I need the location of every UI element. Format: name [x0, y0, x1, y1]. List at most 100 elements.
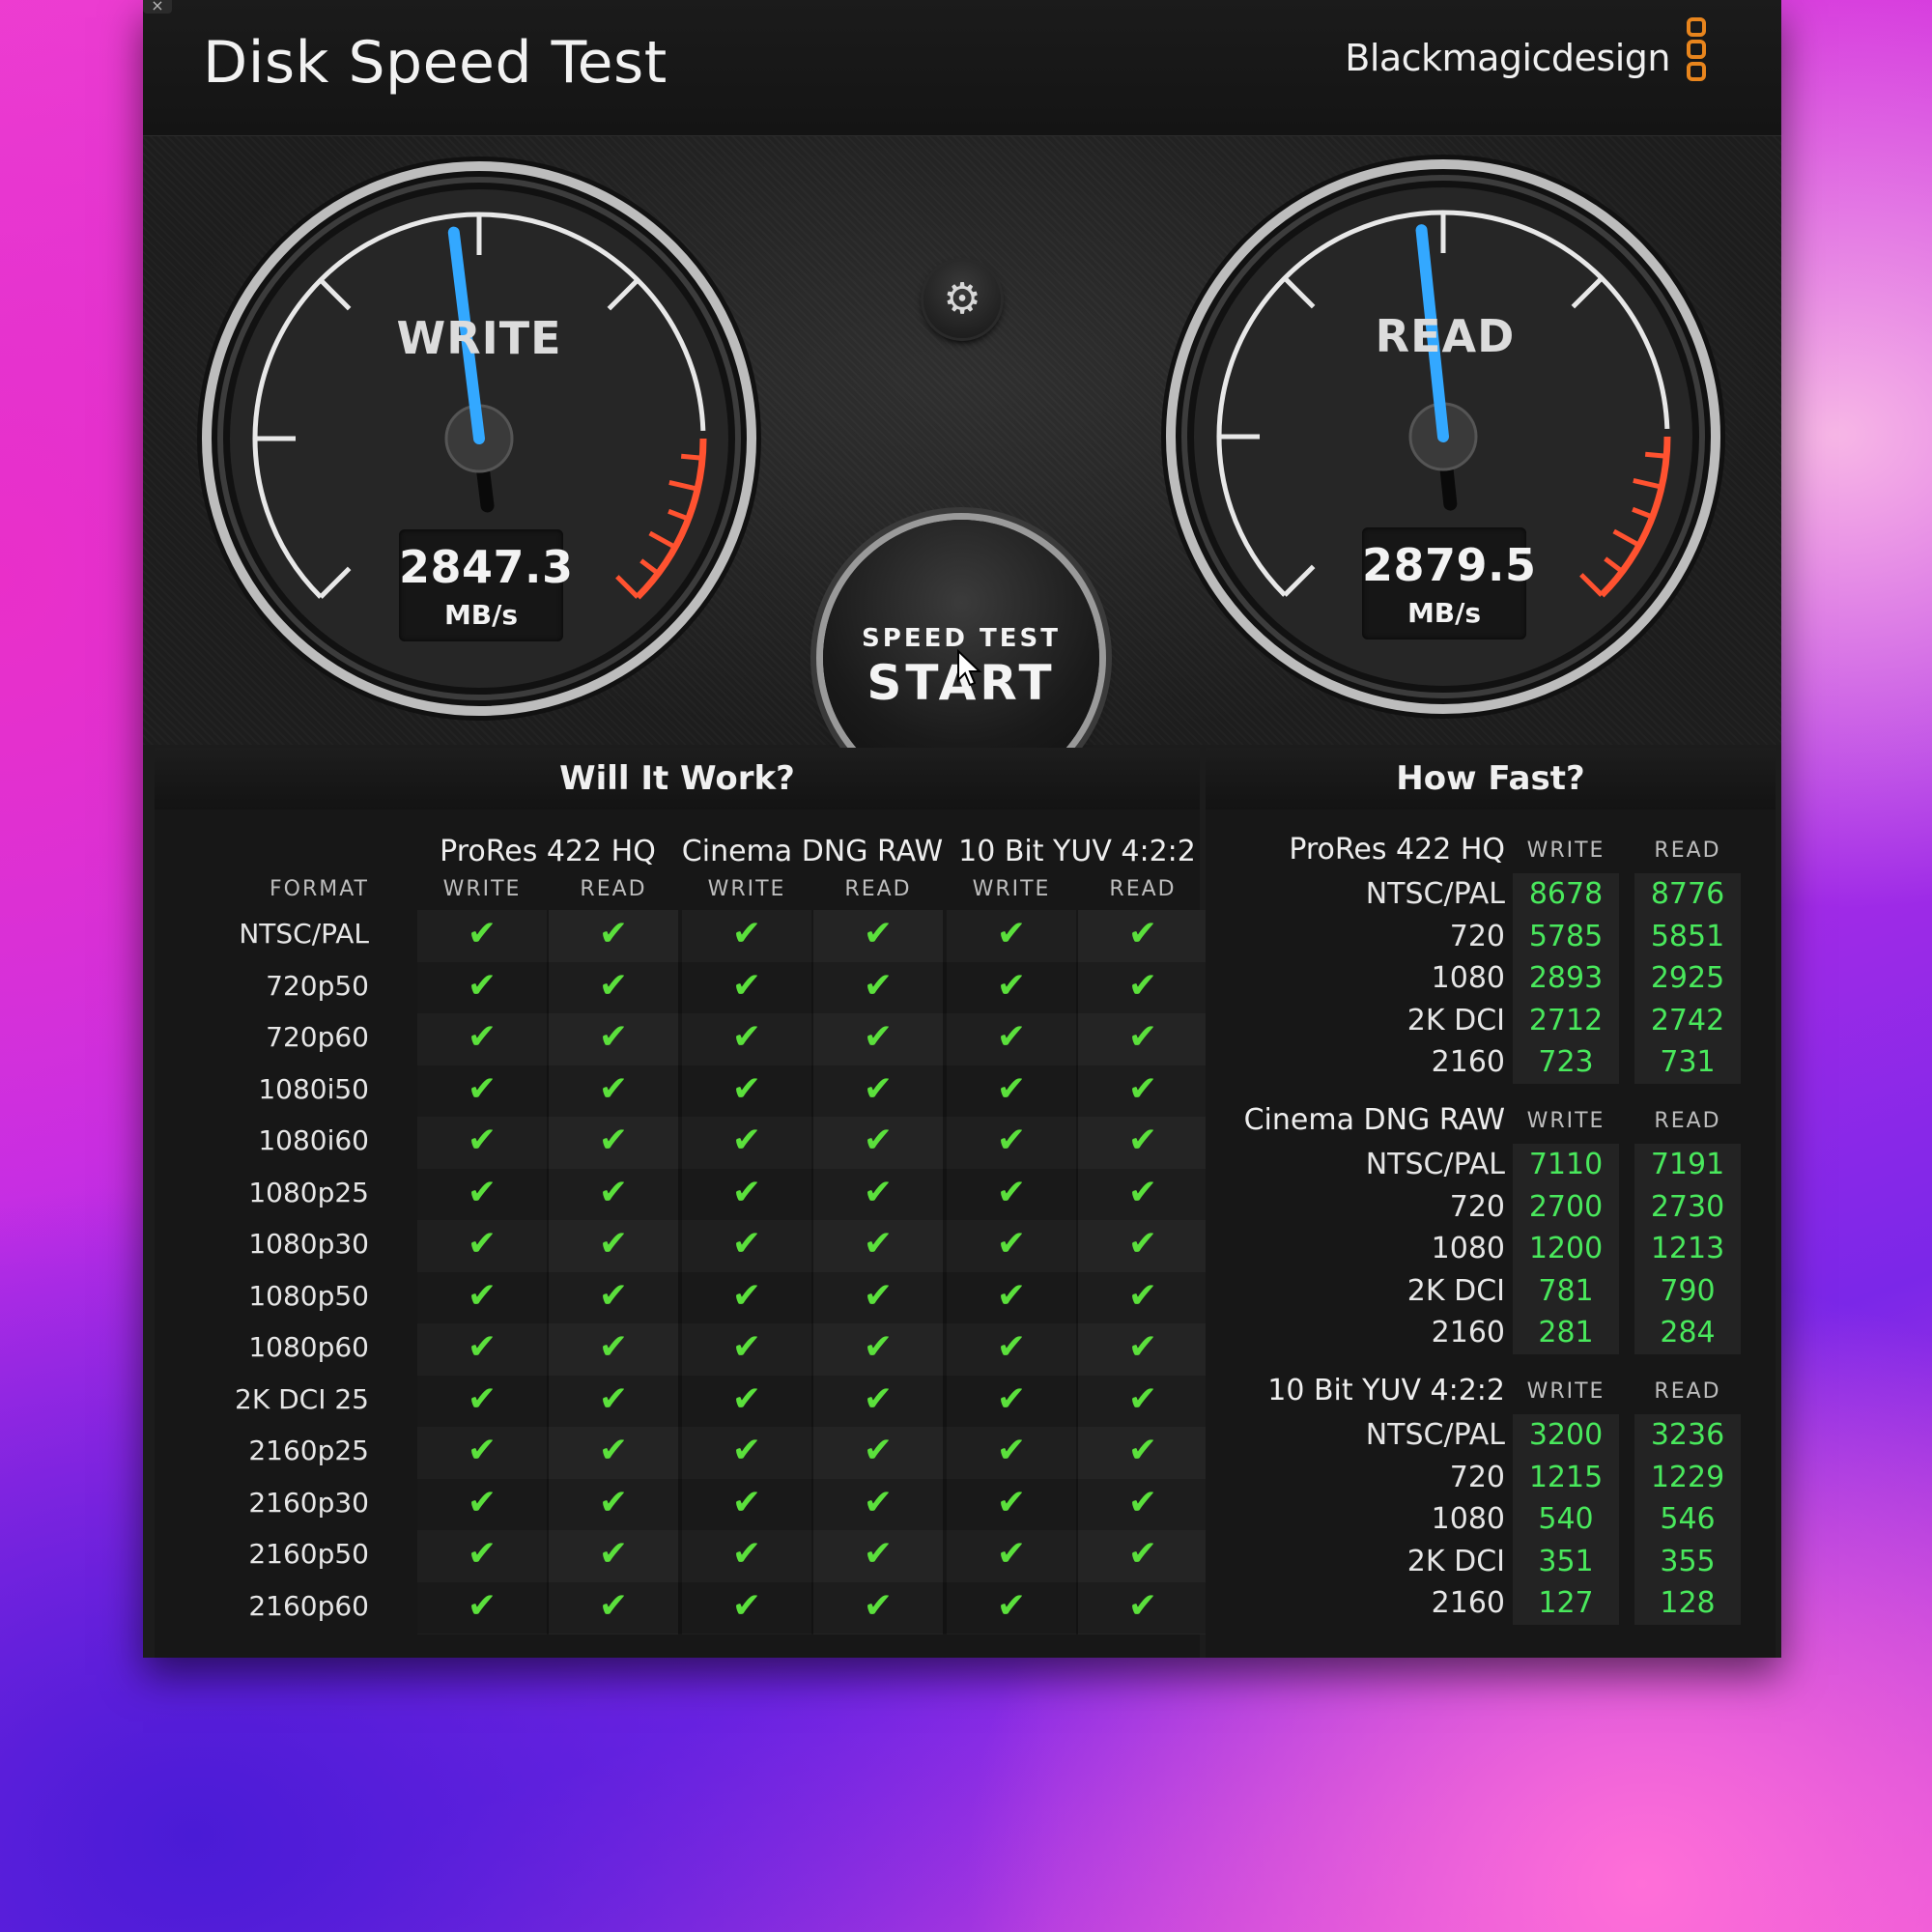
how-fast-write-header: WRITE: [1526, 1109, 1605, 1133]
how-fast-row-label: 720: [1449, 1460, 1505, 1494]
checkmark-icon: ✔: [731, 1482, 762, 1522]
write-speed-cell: 723: [1538, 1045, 1594, 1080]
codec-header: ProRes 422 HQ: [440, 835, 656, 868]
checkmark-icon: ✔: [996, 1068, 1027, 1109]
format-row-label: 720p60: [266, 1021, 369, 1053]
checkmark-icon: ✔: [598, 1121, 629, 1160]
checkmark-icon: ✔: [996, 965, 1027, 1006]
write-gauge-label: WRITE: [396, 312, 562, 364]
checkmark-icon: ✔: [863, 1068, 894, 1109]
settings-button[interactable]: ⚙: [923, 261, 1001, 338]
codec-header: 10 Bit YUV 4:2:2: [958, 835, 1196, 868]
checkmark-icon: ✔: [598, 1534, 629, 1574]
title-bar: Disk Speed Test Blackmagicdesign: [143, 0, 1781, 136]
how-fast-group-title: 10 Bit YUV 4:2:2: [1267, 1374, 1505, 1407]
checkmark-icon: ✔: [467, 1224, 497, 1264]
read-speed-value: 2879.5: [1362, 539, 1537, 591]
format-row-label: 2K DCI 25: [235, 1382, 369, 1415]
read-speed-cell: 2925: [1650, 961, 1725, 996]
checkmark-icon: ✔: [1127, 1224, 1158, 1264]
how-fast-row-label: NTSC/PAL: [1365, 1418, 1505, 1452]
checkmark-icon: ✔: [1127, 1017, 1158, 1057]
how-fast-row-label: 2K DCI: [1406, 1544, 1505, 1578]
write-speed-cell: 5785: [1528, 919, 1604, 953]
how-fast-row-label: 1080: [1431, 1232, 1505, 1266]
checkmark-icon: ✔: [863, 1121, 894, 1160]
format-row-label: 1080i50: [258, 1072, 369, 1105]
checkmark-icon: ✔: [1127, 1172, 1158, 1212]
checkmark-icon: ✔: [996, 1121, 1027, 1160]
how-fast-row-label: NTSC/PAL: [1365, 1148, 1505, 1181]
checkmark-icon: ✔: [467, 1534, 497, 1574]
checkmark-icon: ✔: [863, 914, 894, 953]
checkmark-icon: ✔: [996, 1534, 1027, 1574]
window-close-button[interactable]: ×: [143, 0, 172, 14]
gear-icon: ⚙: [943, 274, 981, 324]
format-row-label: 2160p25: [248, 1435, 369, 1466]
row-band: [417, 1065, 1208, 1117]
format-row-label: 1080p60: [248, 1331, 369, 1363]
checkmark-icon: ✔: [467, 1068, 497, 1109]
checkmark-icon: ✔: [1127, 1121, 1158, 1160]
checkmark-icon: ✔: [467, 1378, 497, 1419]
checkmark-icon: ✔: [731, 1017, 762, 1057]
read-speed-cell: 3236: [1650, 1418, 1725, 1452]
checkmark-icon: ✔: [863, 1017, 894, 1057]
row-band: [417, 1168, 1208, 1220]
checkmark-icon: ✔: [467, 1121, 497, 1160]
checkmark-icon: ✔: [598, 1224, 629, 1264]
checkmark-icon: ✔: [467, 1172, 497, 1212]
format-row-label: 1080p25: [248, 1176, 369, 1208]
write-speed-cell: 781: [1538, 1273, 1594, 1308]
read-speed-cell: 1213: [1650, 1232, 1725, 1266]
checkmark-icon: ✔: [996, 1275, 1027, 1316]
checkmark-icon: ✔: [863, 1431, 894, 1470]
checkmark-icon: ✔: [996, 1172, 1027, 1212]
write-read-subheader: WRITE: [442, 877, 522, 901]
format-header: FORMAT: [269, 877, 369, 901]
how-fast-write-header: WRITE: [1526, 838, 1605, 863]
write-speed-value: 2847.3: [399, 541, 574, 593]
blackmagic-logo-icon: [1687, 17, 1712, 102]
checkmark-icon: ✔: [598, 914, 629, 953]
checkmark-icon: ✔: [598, 1068, 629, 1109]
format-row-label: 1080i60: [258, 1124, 369, 1156]
read-speed-cell: 731: [1660, 1045, 1716, 1080]
checkmark-icon: ✔: [731, 1534, 762, 1574]
checkmark-icon: ✔: [731, 1172, 762, 1212]
read-speed-cell: 355: [1660, 1544, 1716, 1578]
checkmark-icon: ✔: [467, 1327, 497, 1367]
how-fast-row-label: 2K DCI: [1406, 1003, 1505, 1037]
write-speed-cell: 7110: [1528, 1148, 1604, 1181]
checkmark-icon: ✔: [996, 1327, 1027, 1367]
checkmark-icon: ✔: [731, 1431, 762, 1470]
checkmark-icon: ✔: [863, 1275, 894, 1316]
how-fast-row-label: 2160: [1431, 1316, 1505, 1350]
format-row-label: 720p50: [266, 969, 369, 1002]
checkmark-icon: ✔: [731, 1327, 762, 1367]
write-speed-cell: 3200: [1528, 1418, 1604, 1452]
checkmark-icon: ✔: [1127, 1275, 1158, 1316]
checkmark-icon: ✔: [731, 1121, 762, 1160]
will-it-work-panel: Will It Work? ProRes 422 HQ Cinema DNG RA…: [155, 748, 1208, 1658]
write-read-subheader: READ: [1109, 877, 1177, 901]
checkmark-icon: ✔: [467, 1275, 497, 1316]
checkmark-icon: ✔: [598, 1378, 629, 1419]
read-gauge-label: READ: [1375, 310, 1516, 362]
how-fast-row-label: 1080: [1431, 1502, 1505, 1537]
how-fast-group-title: ProRes 422 HQ: [1289, 833, 1505, 867]
read-speed-unit: MB/s: [1406, 597, 1482, 629]
checkmark-icon: ✔: [731, 1275, 762, 1316]
checkmark-icon: ✔: [1127, 914, 1158, 953]
how-fast-panel: How Fast? ProRes 422 HQ WRITE READ NTSC/PAL…: [1206, 748, 1776, 1658]
checkmark-icon: ✔: [863, 1327, 894, 1367]
how-fast-row-label: 1080: [1431, 961, 1505, 996]
how-fast-read-header: READ: [1654, 1379, 1721, 1404]
checkmark-icon: ✔: [863, 1482, 894, 1522]
checkmark-icon: ✔: [731, 1224, 762, 1264]
checkmark-icon: ✔: [863, 1534, 894, 1574]
checkmark-icon: ✔: [598, 1172, 629, 1212]
checkmark-icon: ✔: [996, 1017, 1027, 1057]
write-speed-readout: 2847.3 MB/s: [399, 529, 574, 641]
checkmark-icon: ✔: [731, 914, 762, 953]
